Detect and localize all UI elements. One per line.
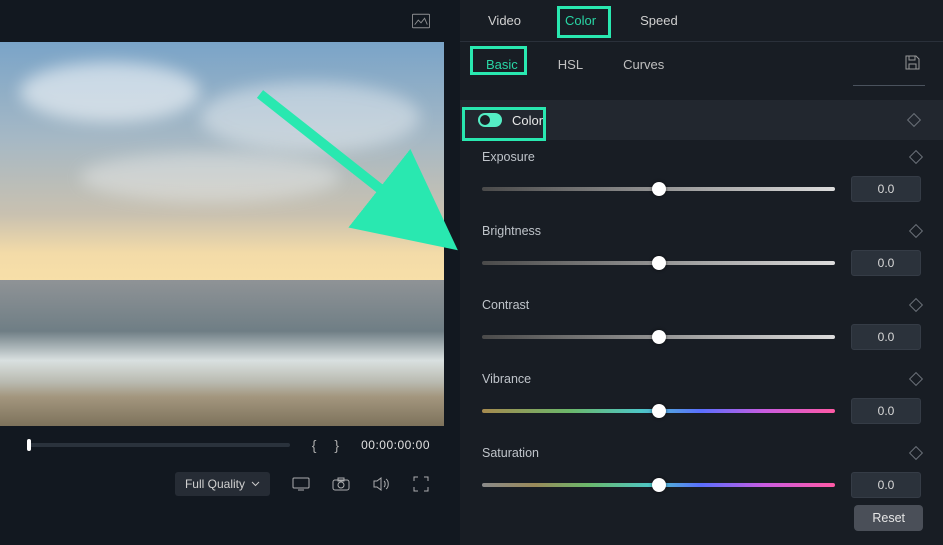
keyframe-icon[interactable] xyxy=(909,224,923,238)
volume-icon[interactable] xyxy=(372,475,390,493)
brightness-value[interactable]: 0.0 xyxy=(851,250,921,276)
contrast-value[interactable]: 0.0 xyxy=(851,324,921,350)
tab-color[interactable]: Color xyxy=(557,9,604,32)
reset-button[interactable]: Reset xyxy=(854,505,923,531)
keyframe-icon[interactable] xyxy=(909,446,923,460)
save-preset-icon[interactable] xyxy=(904,54,921,74)
tab-video[interactable]: Video xyxy=(480,9,529,32)
brightness-slider[interactable] xyxy=(482,261,835,265)
timecode: 00:00:00:00 xyxy=(361,438,430,452)
saturation-label: Saturation xyxy=(482,446,539,460)
keyframe-icon[interactable] xyxy=(907,113,921,127)
landscape-icon[interactable] xyxy=(412,12,430,30)
mark-out[interactable]: } xyxy=(334,437,339,453)
contrast-label: Contrast xyxy=(482,298,529,312)
color-section-label: Color xyxy=(512,113,543,128)
properties-pane: Video Color Speed Basic HSL Curves Color… xyxy=(460,0,943,545)
exposure-slider[interactable] xyxy=(482,187,835,191)
brightness-label: Brightness xyxy=(482,224,541,238)
fullscreen-icon[interactable] xyxy=(412,475,430,493)
saturation-value[interactable]: 0.0 xyxy=(851,472,921,498)
exposure-label: Exposure xyxy=(482,150,535,164)
display-icon[interactable] xyxy=(292,475,310,493)
vibrance-slider[interactable] xyxy=(482,409,835,413)
tab-speed[interactable]: Speed xyxy=(632,9,686,32)
subtab-hsl[interactable]: HSL xyxy=(552,55,589,74)
vibrance-label: Vibrance xyxy=(482,372,531,386)
quality-dropdown[interactable]: Full Quality xyxy=(175,472,270,496)
keyframe-icon[interactable] xyxy=(909,372,923,386)
subtab-curves[interactable]: Curves xyxy=(617,55,670,74)
contrast-slider[interactable] xyxy=(482,335,835,339)
exposure-value[interactable]: 0.0 xyxy=(851,176,921,202)
keyframe-icon[interactable] xyxy=(909,298,923,312)
subtab-basic[interactable]: Basic xyxy=(480,55,524,74)
saturation-slider[interactable] xyxy=(482,483,835,487)
keyframe-icon[interactable] xyxy=(909,150,923,164)
color-section-header: Color xyxy=(460,100,943,140)
camera-icon[interactable] xyxy=(332,475,350,493)
mark-in[interactable]: { xyxy=(312,437,317,453)
playback-scrubber[interactable] xyxy=(30,443,290,447)
annotation-arrow xyxy=(200,84,480,274)
color-toggle[interactable] xyxy=(478,113,502,127)
vibrance-value[interactable]: 0.0 xyxy=(851,398,921,424)
